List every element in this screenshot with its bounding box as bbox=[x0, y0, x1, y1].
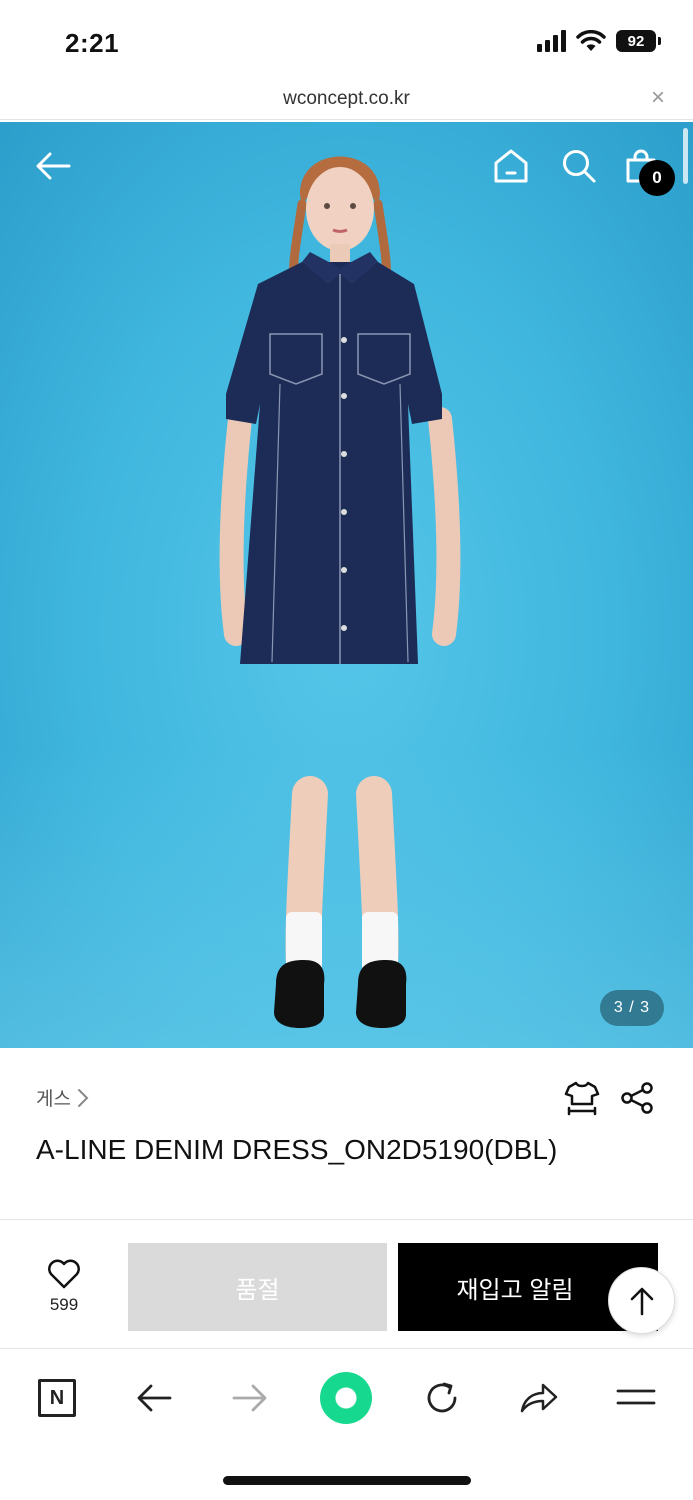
share-icon bbox=[621, 1082, 653, 1114]
naver-home-button[interactable]: N bbox=[29, 1370, 85, 1426]
arrow-left-icon bbox=[36, 152, 71, 180]
back-button[interactable] bbox=[31, 144, 75, 188]
product-title: A-LINE DENIM DRESS_ON2D5190(DBL) bbox=[36, 1134, 558, 1165]
like-button[interactable]: 599 bbox=[24, 1259, 104, 1315]
share-page-button[interactable] bbox=[511, 1370, 567, 1426]
browser-back-button[interactable] bbox=[126, 1370, 182, 1426]
product-photo bbox=[219, 156, 461, 1028]
menu-button[interactable] bbox=[608, 1370, 664, 1426]
page-scrollbar[interactable] bbox=[683, 128, 688, 184]
like-count: 599 bbox=[49, 1295, 79, 1314]
status-icons: 92 bbox=[537, 30, 661, 52]
share-button[interactable] bbox=[617, 1078, 657, 1118]
chevron-right-icon bbox=[77, 1088, 89, 1107]
arrow-left-icon bbox=[137, 1384, 172, 1412]
cellular-signal-icon bbox=[537, 30, 566, 52]
hamburger-menu-icon bbox=[616, 1389, 656, 1405]
url-bar[interactable]: wconcept.co.kr × bbox=[0, 80, 693, 120]
status-time: 2:21 bbox=[65, 28, 120, 58]
soldout-button[interactable]: 품절 bbox=[128, 1243, 387, 1331]
arrow-right-icon bbox=[232, 1384, 267, 1412]
close-icon[interactable]: × bbox=[651, 86, 665, 110]
search-button[interactable] bbox=[557, 144, 601, 188]
reload-button[interactable] bbox=[414, 1370, 470, 1426]
browser-toolbar: N bbox=[0, 1350, 693, 1500]
brand-link[interactable]: 게스 bbox=[36, 1084, 89, 1111]
heart-icon bbox=[48, 1259, 80, 1289]
purchase-action-bar: 599 품절 재입고 알림 bbox=[0, 1221, 693, 1349]
tshirt-size-icon bbox=[564, 1081, 600, 1116]
share-arrow-icon bbox=[520, 1383, 558, 1413]
arrow-up-icon bbox=[630, 1287, 653, 1315]
image-pager: 3 / 3 bbox=[600, 990, 664, 1026]
product-info: 게스 A-LINE DENIM DRESS_ON2D5190(DBL) bbox=[0, 1048, 693, 1220]
cart-count-badge[interactable]: 0 bbox=[639, 160, 675, 196]
product-image-gallery[interactable]: 0 3 / 3 bbox=[0, 122, 693, 1048]
home-button[interactable] bbox=[489, 144, 533, 188]
wifi-icon bbox=[576, 30, 606, 51]
reload-icon bbox=[427, 1382, 457, 1413]
size-guide-button[interactable] bbox=[562, 1078, 602, 1118]
search-icon bbox=[563, 150, 596, 183]
naver-n-icon: N bbox=[38, 1379, 76, 1417]
green-dot-icon bbox=[320, 1372, 372, 1424]
battery-level: 92 bbox=[616, 30, 656, 52]
home-indicator[interactable] bbox=[223, 1476, 471, 1485]
green-dot-button[interactable] bbox=[318, 1370, 374, 1426]
url-text[interactable]: wconcept.co.kr bbox=[0, 88, 693, 110]
brand-name[interactable]: 게스 bbox=[36, 1084, 71, 1111]
status-bar: 2:21 92 bbox=[0, 0, 693, 80]
home-icon bbox=[494, 149, 528, 183]
scroll-to-top-button[interactable] bbox=[608, 1267, 675, 1334]
battery-icon: 92 bbox=[616, 30, 661, 52]
browser-forward-button[interactable] bbox=[222, 1370, 278, 1426]
